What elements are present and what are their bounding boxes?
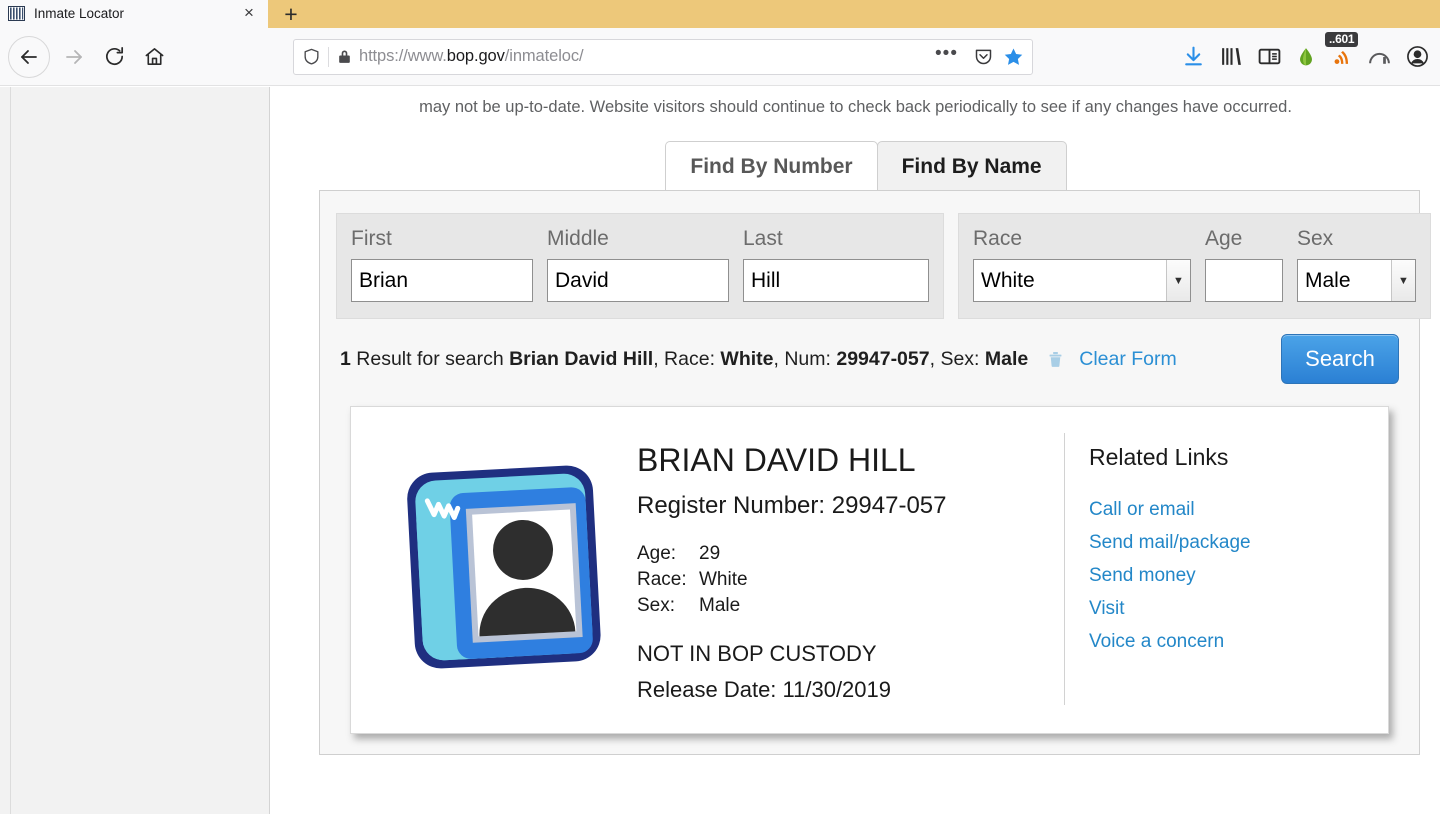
inmate-name: BRIAN DAVID HILL [637, 442, 916, 478]
attribute-value-age: 29 [699, 543, 721, 564]
forward-arrow-icon[interactable] [54, 37, 94, 77]
result-prefix: Result for search [350, 348, 510, 370]
attribute-fieldset: Race White ▼ Age Sex Male ▼ [958, 213, 1431, 319]
race-field: Race White ▼ [973, 227, 1191, 302]
page-actions-menu-icon[interactable]: ••• [931, 44, 964, 65]
race-select-wrap: White ▼ [973, 259, 1191, 302]
new-tab-button[interactable]: + [268, 0, 314, 28]
tab-title: Inmate Locator [34, 5, 125, 21]
page-viewport: may not be up-to-date. Website visitors … [0, 87, 1440, 814]
account-icon[interactable] [1405, 44, 1430, 69]
tab-find-by-name[interactable]: Find By Name [876, 141, 1067, 190]
page-content: may not be up-to-date. Website visitors … [271, 87, 1440, 814]
star-bookmark-icon[interactable] [1003, 46, 1024, 67]
attribute-value-sex: Male [699, 595, 741, 616]
search-button[interactable]: Search [1281, 334, 1399, 384]
close-icon[interactable]: × [240, 4, 258, 22]
table-row: Sex: Male [637, 593, 748, 619]
related-link-send-money[interactable]: Send money [1089, 563, 1364, 589]
search-fieldsets: First Middle Last [336, 213, 1431, 319]
shield-icon[interactable] [302, 47, 321, 66]
trash-icon[interactable] [1046, 348, 1065, 370]
url-text[interactable]: https://www.bop.gov/inmateloc/ [353, 47, 931, 66]
result-num-value: 29947-057 [836, 348, 930, 370]
custody-status: NOT IN BOP CUSTODY [637, 641, 877, 666]
result-summary-bar: 1 Result for search Brian David Hill, Ra… [336, 334, 1403, 384]
age-input[interactable] [1205, 259, 1283, 302]
table-row: Race: White [637, 567, 748, 593]
extension-badge: ..601 [1325, 31, 1359, 47]
home-icon[interactable] [134, 37, 174, 77]
result-num-label: , Num: [773, 348, 837, 370]
reader-sidebar-icon[interactable] [1257, 44, 1282, 69]
pocket-icon[interactable] [973, 46, 994, 67]
search-form-panel: First Middle Last [319, 190, 1431, 755]
middle-name-label: Middle [547, 227, 609, 250]
related-link-voice-a-concern[interactable]: Voice a concern [1089, 629, 1364, 655]
sex-select-wrap: Male ▼ [1297, 259, 1416, 302]
back-arrow-icon[interactable] [8, 35, 50, 78]
navigation-toolbar: https://www.bop.gov/inmateloc/ ••• ..601 [0, 28, 1440, 86]
first-name-field: First [351, 227, 533, 302]
tab-strip-background [268, 0, 1440, 28]
result-sex-value: Male [984, 348, 1029, 370]
noscript-extension-icon[interactable]: ..601 [1325, 31, 1359, 68]
inmate-attributes-table: Age: 29 Race: White Sex: Male [637, 541, 748, 619]
name-fieldset: First Middle Last [336, 213, 944, 319]
tab-find-by-number[interactable]: Find By Number [665, 141, 878, 190]
last-name-label: Last [743, 227, 783, 250]
library-icon[interactable] [1219, 44, 1244, 69]
result-race-label: , Race: [653, 348, 721, 370]
result-sex-label: , Sex: [929, 348, 985, 370]
sex-select[interactable]: Male [1297, 259, 1416, 302]
clear-form-link[interactable]: Clear Form [1079, 348, 1177, 371]
browser-window: Inmate Locator × + https://www.bop.gov/i… [0, 0, 1440, 814]
search-mode-tabs: Find By Number Find By Name [271, 141, 1440, 190]
age-label: Age [1205, 227, 1243, 250]
reload-icon[interactable] [94, 37, 134, 77]
last-name-field: Last [743, 227, 929, 302]
attribute-value-race: White [699, 569, 748, 590]
attribute-key-age: Age: [637, 543, 677, 564]
age-field: Age [1205, 227, 1283, 302]
middle-name-input[interactable] [547, 259, 729, 302]
droplet-extension-icon[interactable] [1295, 45, 1317, 69]
url-bar[interactable]: https://www.bop.gov/inmateloc/ ••• [293, 38, 1033, 75]
downloads-icon[interactable] [1181, 44, 1206, 69]
result-race-value: White [720, 348, 774, 370]
first-name-input[interactable] [351, 259, 533, 302]
sex-label: Sex [1297, 227, 1334, 250]
browser-toolbar-right: ..601 [1181, 31, 1430, 69]
jail-bars-favicon [8, 5, 25, 21]
related-links-panel: Related Links Call or email Send mail/pa… [1064, 433, 1364, 705]
inmate-photo-placeholder-icon [379, 433, 629, 705]
tab-strip: Inmate Locator × + [0, 0, 1440, 28]
related-link-call-or-email[interactable]: Call or email [1089, 497, 1364, 523]
result-name: Brian David Hill [509, 348, 654, 370]
table-row: Age: 29 [637, 541, 748, 567]
race-select[interactable]: White [973, 259, 1191, 302]
related-link-visit[interactable]: Visit [1089, 596, 1364, 622]
related-link-send-mail-package[interactable]: Send mail/package [1089, 530, 1364, 556]
result-count: 1 [340, 348, 351, 370]
padlock-icon[interactable] [336, 48, 353, 65]
last-name-input[interactable] [743, 259, 929, 302]
inmate-result-card: BRIAN DAVID HILL Register Number: 29947-… [350, 406, 1389, 734]
inmate-details: BRIAN DAVID HILL Register Number: 29947-… [629, 433, 1064, 705]
inmate-register-number: Register Number: 29947-057 [637, 492, 947, 519]
result-summary-text: 1 Result for search Brian David Hill, Ra… [340, 347, 1028, 371]
middle-name-field: Middle [547, 227, 729, 302]
gauge-extension-icon[interactable] [1367, 44, 1392, 69]
release-date: Release Date: 11/30/2019 [637, 677, 891, 702]
attribute-key-race: Race: [637, 569, 687, 590]
page-notice-text: may not be up-to-date. Website visitors … [419, 98, 1292, 116]
page-left-rail [0, 87, 270, 814]
attribute-key-sex: Sex: [637, 595, 676, 616]
related-links-title: Related Links [1089, 444, 1229, 470]
url-divider [328, 46, 329, 67]
sex-field: Sex Male ▼ [1297, 227, 1416, 302]
race-label: Race [973, 227, 1023, 250]
first-name-label: First [351, 227, 392, 250]
browser-tab-inmate-locator[interactable]: Inmate Locator × [0, 0, 268, 28]
